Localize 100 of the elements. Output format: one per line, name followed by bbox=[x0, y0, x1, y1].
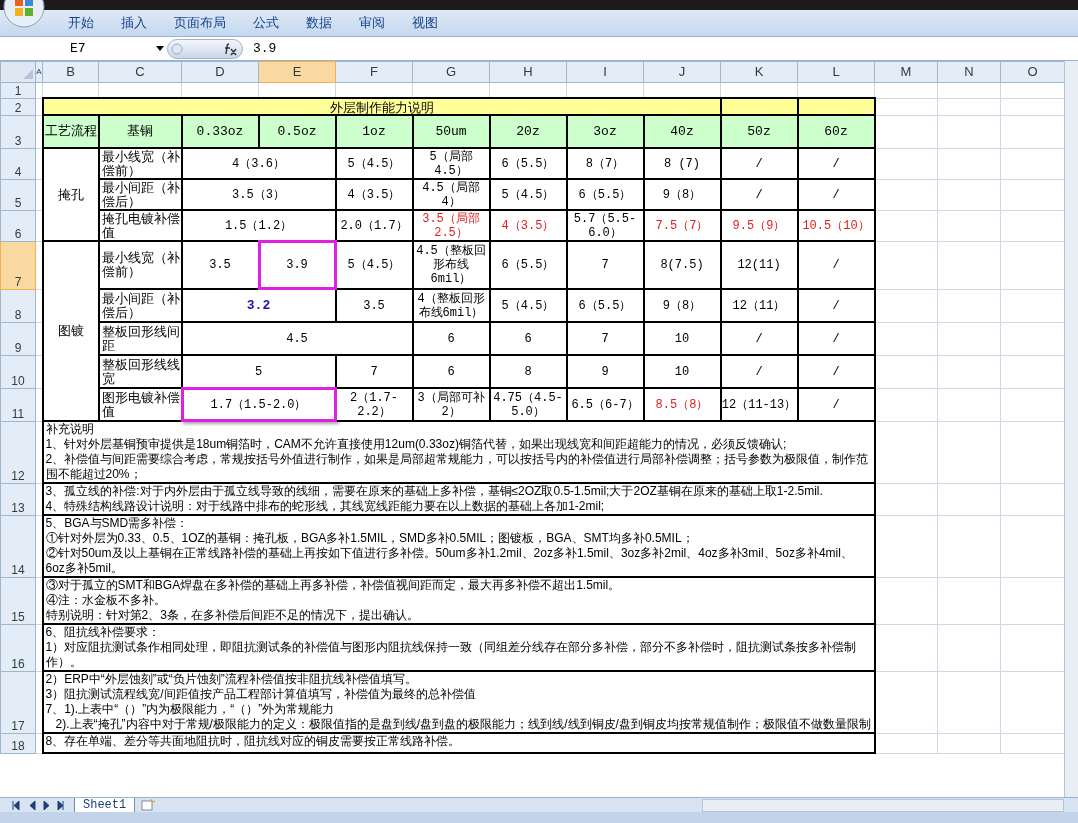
ribbon-tab[interactable]: 开始 bbox=[68, 13, 94, 33]
note-text: 2）ERP中“外层蚀刻”或“负片蚀刻”流程补偿值按非阻抗线补偿值填写。 bbox=[45, 672, 418, 687]
table-title: 外层制作能力说明 bbox=[42, 98, 721, 115]
column-header[interactable]: L bbox=[797, 61, 875, 82]
table-cell: 10 bbox=[643, 322, 721, 355]
ribbon-tab[interactable]: 公式 bbox=[253, 13, 279, 33]
note-text: 3、孤立线的补偿:对于内外层由于孤立线导致的线细，需要在原来的基础上多补偿，基铜≤2OZ取0.5-1.5mil;大于2OZ基铜在原来的基础上取1-2.5mil. bbox=[45, 484, 824, 499]
table-cell: 6.5（6-7） bbox=[566, 388, 644, 421]
row-header[interactable]: 10 bbox=[0, 355, 36, 388]
row-header[interactable]: 4 bbox=[0, 148, 36, 179]
column-heading: 工艺流程 bbox=[42, 115, 99, 148]
note-text: ①针对外层为0.33、0.5、1OZ的基铜：掩孔板，BGA多补1.5MIL，SMD多补0.5MIL；图镀板，BGA、SMT均多补0.5MIL； bbox=[45, 531, 695, 546]
row-header[interactable]: 9 bbox=[0, 322, 36, 355]
ribbon-tab[interactable]: 数据 bbox=[306, 13, 332, 33]
table-cell: 9（8） bbox=[643, 289, 721, 322]
name-box[interactable]: E7 bbox=[10, 38, 167, 59]
column-heading: 1oz bbox=[335, 115, 413, 148]
expand-handle-icon[interactable] bbox=[171, 42, 183, 55]
column-heading: 40z bbox=[643, 115, 721, 148]
select-all-icon[interactable] bbox=[23, 68, 33, 79]
note-text: 8、存在单端、差分等共面地阻抗时，阻抗线对应的铜皮需要按正常线路补偿。 bbox=[45, 734, 462, 749]
column-header[interactable]: J bbox=[643, 61, 721, 82]
column-header[interactable]: G bbox=[412, 61, 490, 82]
table-cell: 9（8） bbox=[643, 179, 721, 210]
table-cell: 最小线宽（补偿前） bbox=[98, 148, 182, 179]
table-cell: / bbox=[797, 355, 875, 388]
table-cell: 12（11-13） bbox=[720, 388, 798, 421]
insert-sheet-icon[interactable] bbox=[141, 799, 156, 811]
table-cell: 最小间距（补偿后） bbox=[98, 289, 182, 322]
column-header[interactable]: C bbox=[98, 61, 182, 82]
formula-field[interactable]: 3.9 bbox=[253, 38, 1078, 59]
note-text: ③对于孤立的SMT和BGA焊盘在多补偿的基础上再多补偿，补偿值视间距而定，最大再多补偿不超出1.5mil。 bbox=[45, 578, 622, 593]
column-header[interactable]: K bbox=[720, 61, 798, 82]
column-header[interactable]: O bbox=[1000, 61, 1064, 82]
row-header[interactable]: 17 bbox=[0, 671, 36, 733]
note-text: ④注：水金板不多补。 bbox=[45, 593, 167, 608]
column-header[interactable]: H bbox=[489, 61, 567, 82]
vertical-scrollbar[interactable] bbox=[1064, 61, 1078, 797]
table-cell: 6（5.5） bbox=[566, 289, 644, 322]
row-header[interactable]: 8 bbox=[0, 289, 36, 322]
column-header[interactable]: F bbox=[335, 61, 413, 82]
table-cell: 5（4.5） bbox=[489, 179, 567, 210]
column-header[interactable]: B bbox=[42, 61, 99, 82]
column-heading: 基铜 bbox=[98, 115, 182, 148]
table-cell: 4（3.5） bbox=[489, 210, 567, 241]
column-heading: 60z bbox=[797, 115, 875, 148]
table-cell: 整板回形线间距 bbox=[98, 322, 182, 355]
table-cell: 3.5 bbox=[335, 289, 413, 322]
table-cell: 5.7（5.5-6.0） bbox=[566, 210, 644, 241]
table-cell: 3.9 bbox=[258, 241, 336, 289]
row-header[interactable]: 5 bbox=[0, 179, 36, 210]
column-heading: 50z bbox=[720, 115, 798, 148]
table-cell: 12(11) bbox=[720, 241, 798, 289]
row-header[interactable]: 15 bbox=[0, 577, 36, 624]
table-cell: 8.5（8） bbox=[643, 388, 721, 421]
row-header[interactable]: 11 bbox=[0, 388, 36, 421]
table-cell: 4.75（4.5-5.0） bbox=[489, 388, 567, 421]
table-cell: / bbox=[720, 148, 798, 179]
table-cell: 12（11） bbox=[720, 289, 798, 322]
table-cell: 4.5 bbox=[181, 322, 413, 355]
column-heading: 0.33oz bbox=[181, 115, 259, 148]
table-cell: / bbox=[797, 322, 875, 355]
column-header[interactable]: I bbox=[566, 61, 644, 82]
note-text: 6、阻抗线补偿要求： bbox=[45, 625, 162, 640]
column-header[interactable]: E bbox=[258, 61, 336, 82]
horizontal-scrollbar[interactable] bbox=[702, 798, 1064, 812]
table-cell: / bbox=[720, 322, 798, 355]
ribbon-tab[interactable]: 插入 bbox=[121, 13, 147, 33]
row-header[interactable]: 14 bbox=[0, 515, 36, 577]
row-header[interactable]: 18 bbox=[0, 733, 36, 753]
row-header[interactable]: 16 bbox=[0, 624, 36, 671]
table-cell: 3.5 bbox=[181, 241, 259, 289]
row-header[interactable]: 3 bbox=[0, 115, 36, 148]
function-icon[interactable] bbox=[222, 41, 238, 56]
table-cell: 6（5.5） bbox=[489, 148, 567, 179]
note-text: 补充说明 bbox=[45, 422, 95, 437]
ribbon-tab[interactable]: 页面布局 bbox=[174, 13, 226, 33]
table-cell: 6 bbox=[412, 355, 490, 388]
note-text: 7、1).上表中“（）”内为极限能力，“（）”外为常规能力 bbox=[45, 702, 336, 717]
sheet-navigation-icon[interactable] bbox=[12, 800, 64, 810]
table-cell: 6（5.5） bbox=[489, 241, 567, 289]
table-cell: 7 bbox=[566, 322, 644, 355]
row-header[interactable]: 13 bbox=[0, 483, 36, 515]
row-header[interactable]: 12 bbox=[0, 421, 36, 483]
table-cell: 整板回形线线宽 bbox=[98, 355, 182, 388]
sheet-tab[interactable]: Sheet1 bbox=[74, 797, 136, 813]
table-cell: 4.5（整板回形布线6mil） bbox=[412, 241, 490, 289]
column-header[interactable]: M bbox=[874, 61, 938, 82]
column-heading: 50um bbox=[412, 115, 490, 148]
table-cell: / bbox=[797, 289, 875, 322]
row-header[interactable]: 6 bbox=[0, 210, 36, 241]
ribbon-tab[interactable]: 审阅 bbox=[359, 13, 385, 33]
note-text: 3）阻抗测试流程线宽/间距值按产品工程部计算值填写，补偿值为最终的总补偿值 bbox=[45, 687, 477, 702]
column-header[interactable]: A bbox=[35, 61, 43, 82]
column-header[interactable]: D bbox=[181, 61, 259, 82]
dropdown-caret-icon[interactable] bbox=[156, 46, 164, 51]
column-header[interactable]: N bbox=[937, 61, 1001, 82]
ribbon-tab[interactable]: 视图 bbox=[412, 13, 438, 33]
row-header[interactable]: 7 bbox=[0, 241, 36, 289]
column-heading: 3oz bbox=[566, 115, 644, 148]
